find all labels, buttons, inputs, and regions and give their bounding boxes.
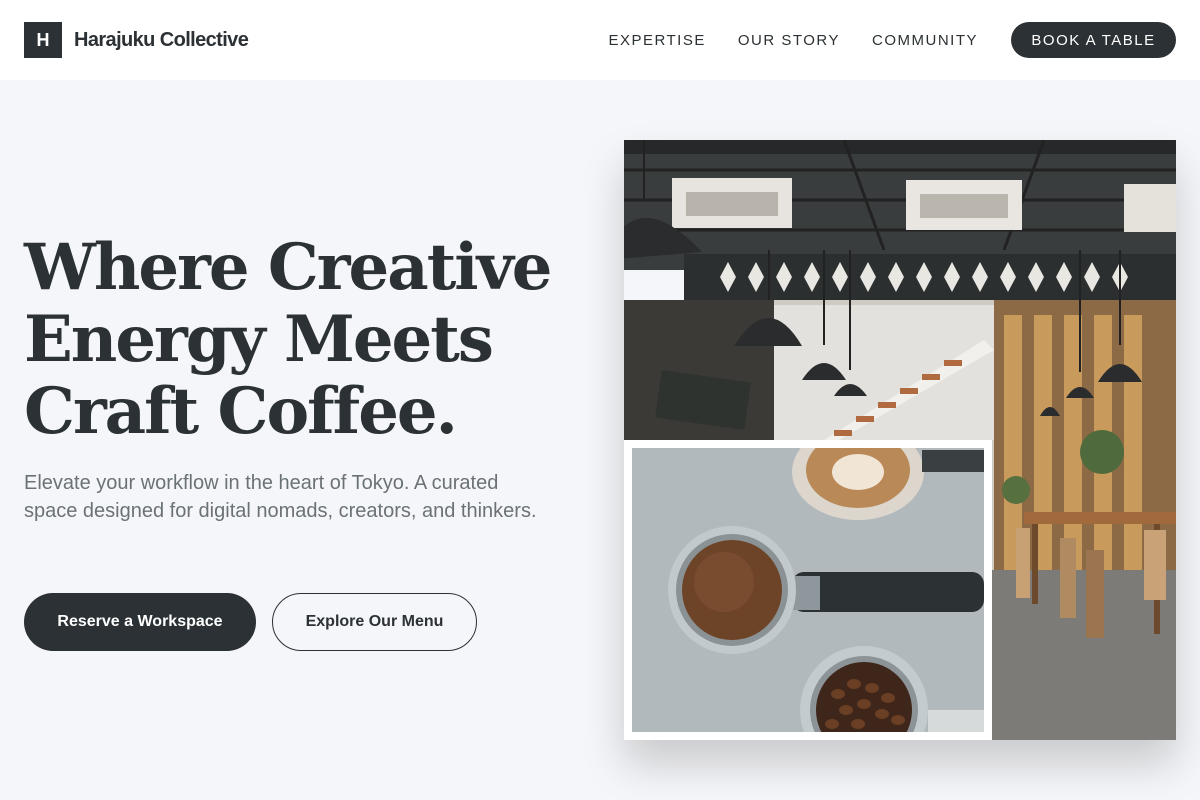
main-nav: EXPERTISE OUR STORY COMMUNITY BOOK A TAB… — [576, 22, 1176, 58]
coffee-image — [632, 448, 984, 732]
nav-link-community[interactable]: COMMUNITY — [872, 32, 978, 49]
book-a-table-button[interactable]: BOOK A TABLE — [1011, 22, 1176, 58]
hero-title-line: Energy Meets — [24, 302, 494, 377]
hero-image-collage — [624, 140, 1176, 740]
explore-menu-button[interactable]: Explore Our Menu — [272, 593, 477, 651]
logo-icon: H — [24, 22, 62, 58]
brand[interactable]: H Harajuku Collective — [24, 22, 249, 58]
nav-link-expertise[interactable]: EXPERTISE — [608, 32, 705, 49]
hero-title-line: Craft Coffee. — [24, 374, 458, 449]
site-header: H Harajuku Collective EXPERTISE OUR STOR… — [0, 0, 1200, 80]
coffee-image-frame — [624, 440, 992, 740]
reserve-workspace-button[interactable]: Reserve a Workspace — [24, 593, 256, 651]
nav-link-our-story[interactable]: OUR STORY — [738, 32, 840, 49]
brand-name: Harajuku Collective — [74, 28, 249, 51]
hero-subtitle: Elevate your workflow in the heart of To… — [24, 472, 537, 522]
hero-title: Where Creative Energy Meets Craft Coffee… — [24, 232, 604, 448]
hero-title-line: Where Creative — [24, 230, 552, 305]
